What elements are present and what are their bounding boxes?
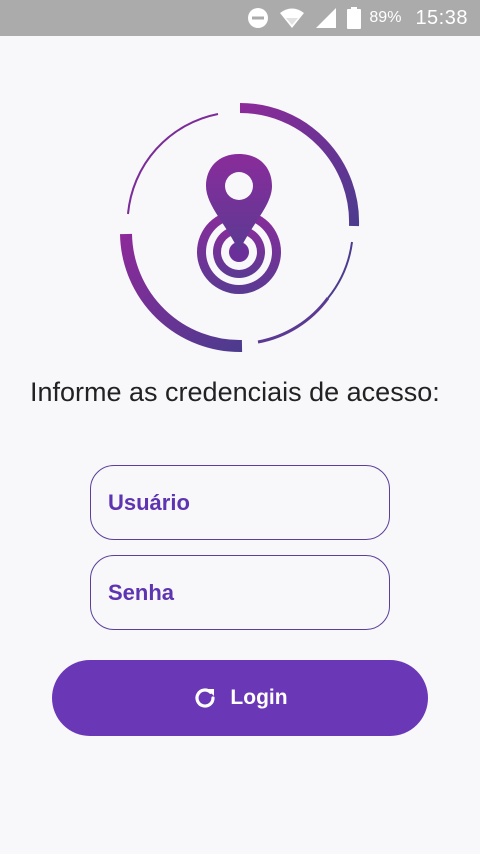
wifi-icon: [279, 7, 305, 29]
password-input[interactable]: [108, 556, 389, 629]
login-button-label: Login: [230, 686, 288, 709]
signal-icon: [315, 7, 337, 29]
username-input[interactable]: [108, 466, 389, 539]
username-field[interactable]: [90, 465, 390, 540]
battery-icon: [347, 7, 362, 29]
status-time: 15:38: [415, 6, 468, 29]
login-button[interactable]: Login: [52, 660, 428, 736]
do-not-disturb-icon: [247, 7, 269, 29]
battery-percent: 89%: [369, 9, 402, 26]
credentials-prompt: Informe as credenciais de acesso:: [30, 377, 440, 407]
password-field[interactable]: [90, 555, 390, 630]
refresh-icon: [192, 685, 218, 711]
status-bar: 89% 15:38: [0, 0, 480, 36]
location-target-logo-icon: [118, 102, 362, 358]
